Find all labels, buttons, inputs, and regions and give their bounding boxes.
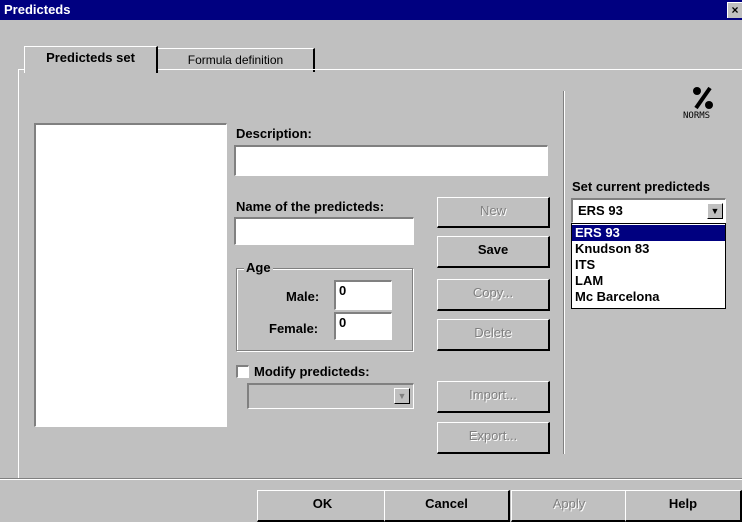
vertical-separator	[563, 91, 565, 454]
age-group-label: Age	[244, 260, 273, 275]
modify-label: Modify predicteds:	[254, 364, 370, 379]
list-item[interactable]: LAM	[572, 273, 725, 289]
list-item[interactable]: ERS 93	[572, 225, 725, 241]
tab-label: Predicteds set	[46, 50, 135, 65]
list-item[interactable]: Knudson 83	[572, 241, 725, 257]
copy-button[interactable]: Copy...	[437, 279, 550, 311]
help-button[interactable]: Help	[625, 490, 742, 522]
cancel-button[interactable]: Cancel	[384, 490, 510, 522]
male-label: Male:	[286, 289, 320, 304]
window-title: Predicteds	[4, 2, 71, 17]
percent-icon	[690, 84, 716, 112]
predicteds-list[interactable]	[34, 123, 227, 427]
current-predicteds-select[interactable]: ERS 93 ▼	[571, 198, 726, 223]
chevron-down-icon[interactable]: ▼	[707, 203, 723, 219]
description-label: Description:	[236, 126, 312, 141]
tab-predicteds-set[interactable]: Predicteds set	[24, 46, 158, 73]
predicteds-dropdown-list: ERS 93 Knudson 83 ITS LAM Mc Barcelona	[571, 223, 726, 309]
chevron-down-icon[interactable]: ▼	[394, 388, 410, 404]
description-field[interactable]	[234, 145, 548, 176]
name-field[interactable]	[234, 217, 414, 245]
apply-button[interactable]: Apply	[511, 490, 628, 522]
female-label: Female:	[269, 321, 319, 336]
title-bar: Predicteds ×	[0, 0, 742, 20]
new-button[interactable]: New	[437, 197, 550, 228]
save-button[interactable]: Save	[437, 236, 550, 268]
modify-checkbox[interactable]	[236, 365, 249, 378]
set-current-label: Set current predicteds	[572, 179, 710, 194]
list-item[interactable]: Mc Barcelona	[572, 289, 725, 305]
export-button[interactable]: Export...	[437, 422, 550, 454]
list-item[interactable]: ITS	[572, 257, 725, 273]
tab-label: Formula definition	[187, 53, 284, 67]
norms-label: NORMS	[683, 111, 711, 121]
delete-button[interactable]: Delete	[437, 319, 550, 351]
current-predicteds-value: ERS 93	[578, 203, 623, 218]
import-button[interactable]: Import...	[437, 381, 550, 413]
name-label: Name of the predicteds:	[236, 199, 385, 214]
footer-separator	[0, 478, 742, 480]
female-age-field[interactable]: 0	[334, 312, 392, 340]
close-icon[interactable]: ×	[727, 2, 742, 18]
ok-button[interactable]: OK	[257, 490, 389, 522]
modify-select[interactable]: ▼	[247, 383, 414, 409]
male-age-field[interactable]: 0	[334, 280, 392, 310]
